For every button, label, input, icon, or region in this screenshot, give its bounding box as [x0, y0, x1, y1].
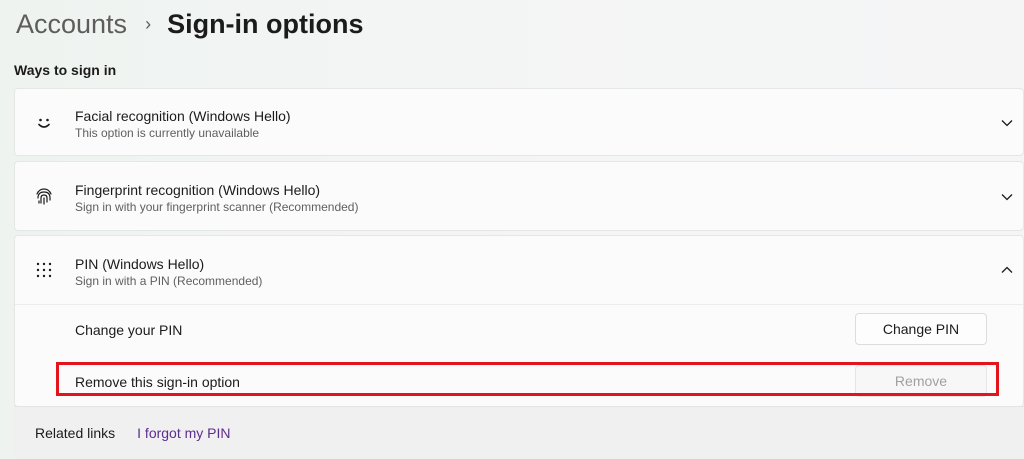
smiley-face-icon [31, 110, 57, 136]
breadcrumb-accounts-link[interactable]: Accounts [16, 9, 127, 40]
related-links-bar: Related links I forgot my PIN [14, 406, 1024, 459]
fingerprint-recognition-subtitle: Sign in with your fingerprint scanner (R… [75, 200, 359, 214]
facial-recognition-card[interactable]: Facial recognition (Windows Hello) This … [14, 88, 1024, 156]
pin-title: PIN (Windows Hello) [75, 256, 205, 272]
section-title: Ways to sign in [14, 62, 117, 78]
chevron-down-icon[interactable] [999, 189, 1015, 205]
change-pin-label: Change your PIN [75, 322, 183, 338]
facial-recognition-subtitle: This option is currently unavailable [75, 126, 260, 140]
fingerprint-recognition-card[interactable]: Fingerprint recognition (Windows Hello) … [14, 161, 1024, 231]
chevron-up-icon[interactable] [999, 262, 1015, 278]
fingerprint-icon [31, 184, 57, 210]
forgot-pin-link[interactable]: I forgot my PIN [137, 425, 230, 441]
fingerprint-recognition-title: Fingerprint recognition (Windows Hello) [75, 182, 321, 198]
chevron-down-icon[interactable] [999, 115, 1015, 131]
divider [15, 304, 1023, 305]
facial-recognition-title: Facial recognition (Windows Hello) [75, 108, 291, 124]
breadcrumb: Accounts › Sign-in options [16, 4, 364, 44]
related-links-label: Related links [35, 425, 116, 441]
page-title: Sign-in options [167, 8, 364, 39]
pin-subtitle: Sign in with a PIN (Recommended) [75, 274, 263, 288]
chevron-right-icon: › [145, 13, 152, 34]
highlight-box [56, 362, 999, 396]
pin-keypad-icon [31, 257, 57, 283]
pin-header[interactable]: PIN (Windows Hello) Sign in with a PIN (… [75, 255, 262, 289]
change-pin-button[interactable]: Change PIN [855, 313, 987, 345]
